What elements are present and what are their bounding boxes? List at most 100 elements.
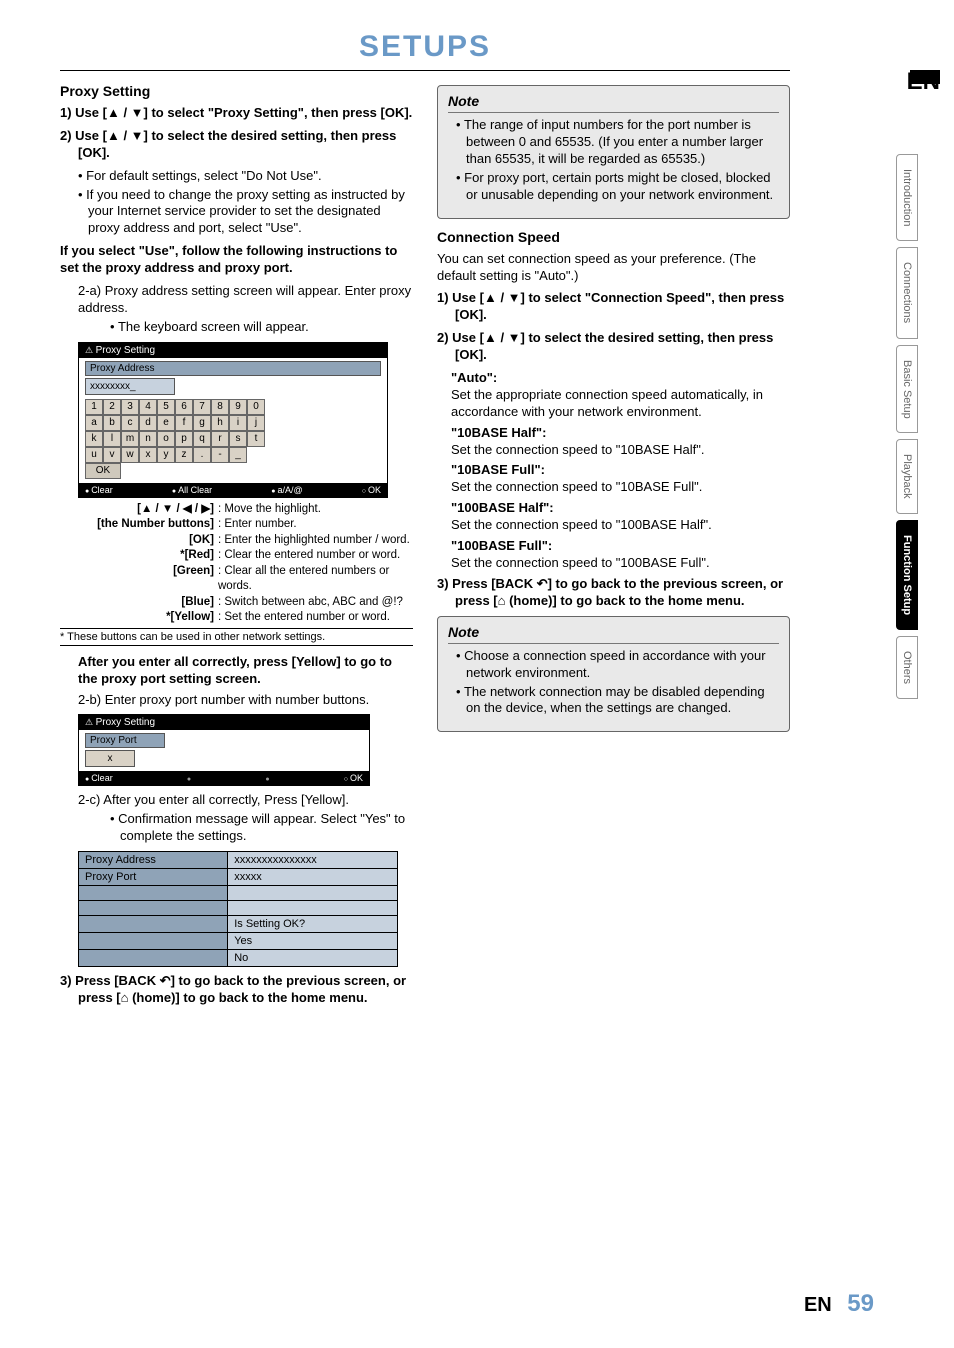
kb-key: i	[229, 415, 247, 431]
side-tab[interactable]: Playback	[896, 439, 918, 514]
kb-key: l	[103, 431, 121, 447]
kb-key: 2	[103, 399, 121, 415]
chapter-title: SETUPS	[60, 30, 790, 64]
side-tab[interactable]: Connections	[896, 247, 918, 338]
conn-intro: You can set connection speed as your pre…	[437, 251, 790, 285]
kb-key: -	[211, 447, 229, 463]
step-2a-note: The keyboard screen will appear.	[110, 319, 413, 336]
legend-key: [OK]	[60, 533, 218, 549]
tbl-blank2v	[228, 901, 398, 916]
tbl-q: Is Setting OK?	[228, 916, 398, 933]
tbl-port-k: Proxy Port	[79, 869, 228, 886]
kb-field-label: Proxy Address	[85, 361, 381, 376]
tbl-blank4	[79, 933, 228, 950]
legend-key: [Green]	[60, 564, 218, 595]
note2-b: The network connection may be disabled d…	[456, 684, 779, 718]
kb-key: 7	[193, 399, 211, 415]
side-tab[interactable]: Function Setup	[896, 520, 918, 630]
speed-option: "10BASE Full":Set the connection speed t…	[451, 462, 790, 496]
proxy-use-instruction: If you select "Use", follow the followin…	[60, 243, 413, 277]
side-tab[interactable]: Others	[896, 636, 918, 699]
footer-page-num: 59	[847, 1290, 874, 1317]
note1-title: Note	[448, 92, 779, 113]
legend-key: [▲ / ▼ / ◀ / ▶]	[60, 502, 218, 518]
kb-key: p	[175, 431, 193, 447]
note-box-2: Note Choose a connection speed in accord…	[437, 616, 790, 733]
speed-option-title: "10BASE Half":	[451, 425, 790, 442]
kb-key: g	[193, 415, 211, 431]
kb-foot-ok: OK	[362, 485, 381, 495]
port-foot-dot2	[265, 773, 269, 783]
kb-key: y	[157, 447, 175, 463]
port-foot-ok: OK	[344, 773, 363, 783]
proxy-step1: 1) Use [▲ / ▼] to select "Proxy Setting"…	[60, 105, 413, 122]
speed-option-desc: Set the connection speed to "10BASE Full…	[451, 479, 790, 496]
speed-option-title: "100BASE Half":	[451, 500, 790, 517]
conn-step1: 1) Use [▲ / ▼] to select "Connection Spe…	[437, 290, 790, 324]
tbl-addr-v: xxxxxxxxxxxxxxx	[228, 852, 398, 869]
footer-lang: EN	[804, 1294, 832, 1316]
page-footer: EN 59	[804, 1290, 874, 1318]
port-value: x	[85, 750, 135, 767]
kb-foot-clear: Clear	[85, 485, 113, 495]
legend-row: [OK] : Enter the highlighted number / wo…	[60, 533, 413, 549]
port-field-label: Proxy Port	[85, 733, 165, 748]
kb-key: .	[193, 447, 211, 463]
kb-key: 1	[85, 399, 103, 415]
lang-indicator: EN	[896, 70, 940, 94]
legend-row: [the Number buttons] : Enter number.	[60, 517, 413, 533]
kb-key: e	[157, 415, 175, 431]
tbl-yes: Yes	[228, 933, 398, 950]
kb-key: o	[157, 431, 175, 447]
side-tab[interactable]: Introduction	[896, 154, 918, 241]
legend-footnote: * These buttons can be used in other net…	[60, 628, 413, 646]
kb-key: a	[85, 415, 103, 431]
kb-keys: 1234567890abcdefghijklmnopqrstuvwxyz.-_O…	[85, 399, 381, 479]
kb-key: 9	[229, 399, 247, 415]
kb-key: f	[175, 415, 193, 431]
port-footer: Clear OK	[79, 771, 369, 785]
port-foot-clear: Clear	[85, 773, 113, 783]
legend-value: : Move the highlight.	[218, 502, 413, 518]
tbl-blank2	[79, 901, 228, 916]
speed-option-desc: Set the appropriate connection speed aut…	[451, 387, 790, 421]
right-column: Note The range of input numbers for the …	[437, 79, 790, 1013]
legend-value: : Switch between abc, ABC and @!?	[218, 595, 413, 611]
after-entry-instruction: After you enter all correctly, press [Ye…	[78, 654, 413, 688]
kb-key: 0	[247, 399, 265, 415]
kb-key: z	[175, 447, 193, 463]
kb-foot-mode: a/A/@	[271, 485, 302, 495]
kb-key: x	[139, 447, 157, 463]
kb-key: _	[229, 447, 247, 463]
kb-title: Proxy Setting	[79, 343, 387, 358]
kb-key: 3	[121, 399, 139, 415]
conn-step3: 3) Press [BACK ↶] to go back to the prev…	[437, 576, 790, 610]
step-2b: 2-b) Enter proxy port number with number…	[78, 692, 413, 709]
note2-a: Choose a connection speed in accordance …	[456, 648, 779, 682]
legend: [▲ / ▼ / ◀ / ▶] : Move the highlight.[th…	[60, 502, 413, 626]
kb-key: r	[211, 431, 229, 447]
kb-key: q	[193, 431, 211, 447]
tbl-port-v: xxxxx	[228, 869, 398, 886]
confirm-table: Proxy Addressxxxxxxxxxxxxxxx Proxy Portx…	[78, 851, 398, 967]
tbl-addr-k: Proxy Address	[79, 852, 228, 869]
step-2c-note: Confirmation message will appear. Select…	[110, 811, 413, 845]
legend-value: : Clear the entered number or word.	[218, 548, 413, 564]
kb-key: 5	[157, 399, 175, 415]
port-title: Proxy Setting	[79, 715, 369, 730]
speed-option-desc: Set the connection speed to "100BASE Hal…	[451, 517, 790, 534]
kb-key: t	[247, 431, 265, 447]
note-box-1: Note The range of input numbers for the …	[437, 85, 790, 219]
two-column-layout: Proxy Setting 1) Use [▲ / ▼] to select "…	[60, 79, 790, 1013]
page-content: SETUPS Proxy Setting 1) Use [▲ / ▼] to s…	[0, 0, 840, 1043]
speed-option-desc: Set the connection speed to "10BASE Half…	[451, 442, 790, 459]
note2-title: Note	[448, 623, 779, 644]
side-tab[interactable]: Basic Setup	[896, 345, 918, 434]
port-foot-dot1	[187, 773, 191, 783]
proxy-step2: 2) Use [▲ / ▼] to select the desired set…	[60, 128, 413, 162]
legend-value: : Set the entered number or word.	[218, 610, 413, 626]
legend-value: : Enter number.	[218, 517, 413, 533]
speed-option-title: "10BASE Full":	[451, 462, 790, 479]
kb-foot-allclear: All Clear	[172, 485, 212, 495]
speed-option: "Auto":Set the appropriate connection sp…	[451, 370, 790, 421]
